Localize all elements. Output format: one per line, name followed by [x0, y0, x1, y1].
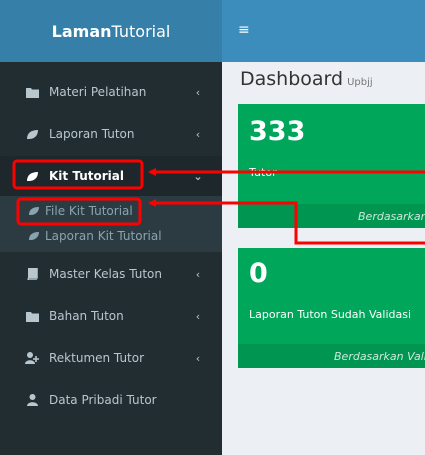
leaf-icon: [28, 231, 40, 241]
stat-footer[interactable]: Berdasarkan: [238, 204, 425, 228]
stat-footer-text: Berdasarkan Validasi: [334, 350, 425, 363]
stat-footer-text: Berdasarkan: [358, 210, 425, 223]
sidebar: Materi Pelatihan ‹ Laporan Tuton ‹ Kit T…: [0, 62, 222, 455]
chevron-left-icon: ‹: [195, 85, 201, 99]
leaf-icon: [25, 128, 39, 140]
sidebar-item-label: Materi Pelatihan: [49, 85, 147, 99]
user-plus-icon: [25, 352, 39, 364]
sidebar-item-materi-pelatihan[interactable]: Materi Pelatihan ‹: [0, 72, 222, 112]
stat-value: 0: [249, 258, 268, 289]
sidebar-item-label: Kit Tutorial: [49, 169, 124, 183]
chevron-down-icon: ⌄: [193, 169, 203, 183]
sidebar-item-laporan-tuton[interactable]: Laporan Tuton ‹: [0, 114, 222, 154]
chevron-left-icon: ‹: [195, 127, 201, 141]
sidebar-item-label: Rektumen Tutor: [49, 351, 145, 365]
sidebar-item-label: Bahan Tuton: [49, 309, 124, 323]
main-content: Dashboard Upbjj 333 Tutor Berdasarkan 0 L…: [222, 62, 425, 455]
submenu-item-label: Laporan Kit Tutorial: [45, 229, 162, 243]
submenu-item-laporan-kit-tutorial[interactable]: Laporan Kit Tutorial: [0, 226, 222, 246]
sidebar-item-label: Data Pribadi Tutor: [49, 393, 157, 407]
submenu-item-file-kit-tutorial[interactable]: File Kit Tutorial: [0, 201, 222, 221]
chevron-left-icon: ‹: [195, 267, 201, 281]
stat-value: 333: [249, 116, 306, 147]
chevron-left-icon: ‹: [195, 351, 201, 365]
sidebar-item-master-kelas-tuton[interactable]: Master Kelas Tuton ‹: [0, 254, 222, 294]
sidebar-item-data-pribadi-tutor[interactable]: Data Pribadi Tutor: [0, 380, 222, 420]
folder-icon: [25, 86, 39, 98]
submenu-item-label: File Kit Tutorial: [45, 204, 133, 218]
sidebar-item-label: Laporan Tuton: [49, 127, 135, 141]
leaf-icon: [28, 206, 40, 216]
sidebar-item-bahan-tuton[interactable]: Bahan Tuton ‹: [0, 296, 222, 336]
stat-box-tutor[interactable]: 333 Tutor Berdasarkan: [238, 104, 425, 228]
page-subtitle: Upbjj: [347, 77, 373, 88]
folder-icon: [25, 310, 39, 322]
stat-label: Tutor: [249, 166, 277, 179]
sidebar-item-kit-tutorial[interactable]: Kit Tutorial ⌄: [0, 156, 222, 196]
stat-box-laporan[interactable]: 0 Laporan Tuton Sudah Validasi Berdasark…: [238, 248, 425, 368]
leaf-icon: [25, 170, 39, 182]
app-logo[interactable]: Laman Tutorial: [0, 0, 222, 62]
stat-label: Laporan Tuton Sudah Validasi: [249, 308, 412, 321]
chevron-left-icon: ‹: [195, 309, 201, 323]
top-navbar: ≡: [222, 0, 425, 62]
hamburger-icon[interactable]: ≡: [238, 20, 250, 40]
user-icon: [25, 394, 39, 406]
logo-light-text: Tutorial: [111, 21, 171, 41]
stat-footer[interactable]: Berdasarkan Validasi: [238, 344, 425, 368]
book-icon: [25, 268, 39, 280]
page-title: Dashboard Upbjj: [240, 68, 373, 90]
page-title-text: Dashboard: [240, 68, 344, 90]
submenu-kit-tutorial: File Kit Tutorial Laporan Kit Tutorial: [0, 196, 222, 252]
logo-bold-text: Laman: [51, 21, 112, 41]
sidebar-item-label: Master Kelas Tuton: [49, 267, 162, 281]
app-window: Laman Tutorial ≡ Materi Pelatihan ‹ Lapor…: [0, 0, 425, 455]
sidebar-item-rektumen-tutor[interactable]: Rektumen Tutor ‹: [0, 338, 222, 378]
